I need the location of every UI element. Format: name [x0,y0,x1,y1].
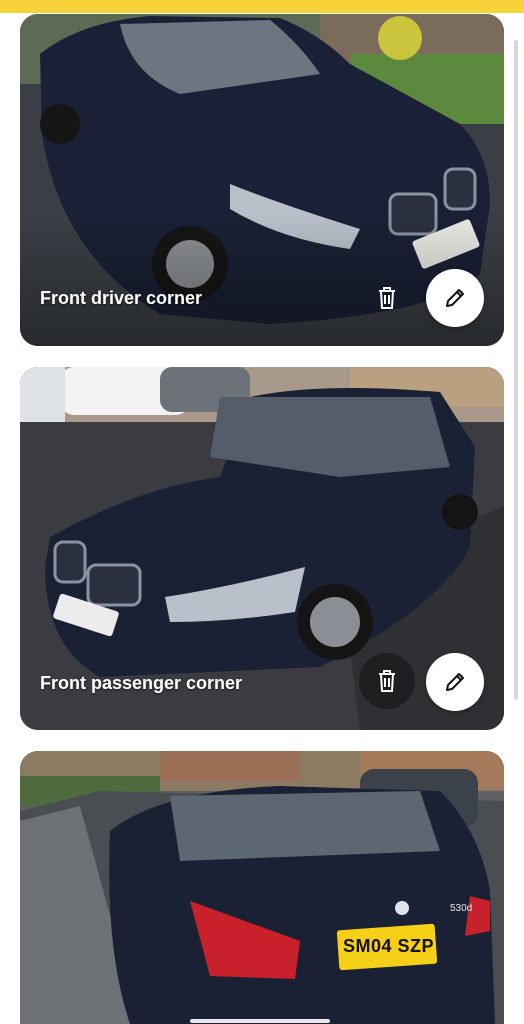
car-photo-rear [20,751,504,1024]
edit-photo-button[interactable] [426,653,484,711]
photo-card-rear[interactable]: SM04 SZP 530d [20,751,504,1024]
trash-icon [379,670,395,692]
pencil-icon [446,289,464,307]
photo-label: Front driver corner [40,288,203,308]
photo-card-front-driver[interactable]: Front driver corner [20,14,504,346]
home-indicator [190,1019,330,1023]
edit-photo-button[interactable] [426,269,484,327]
top-accent-bar [0,0,524,13]
trash-icon [379,287,395,309]
scrollbar[interactable] [514,40,518,700]
license-plate: SM04 SZP [343,936,435,956]
delete-photo-button[interactable] [359,653,415,709]
model-badge: 530d [450,903,473,914]
delete-photo-button[interactable] [370,281,404,315]
photo-card-front-passenger[interactable]: Front passenger corner [20,367,504,730]
pencil-icon [446,673,464,691]
photo-label: Front passenger corner [40,673,243,693]
